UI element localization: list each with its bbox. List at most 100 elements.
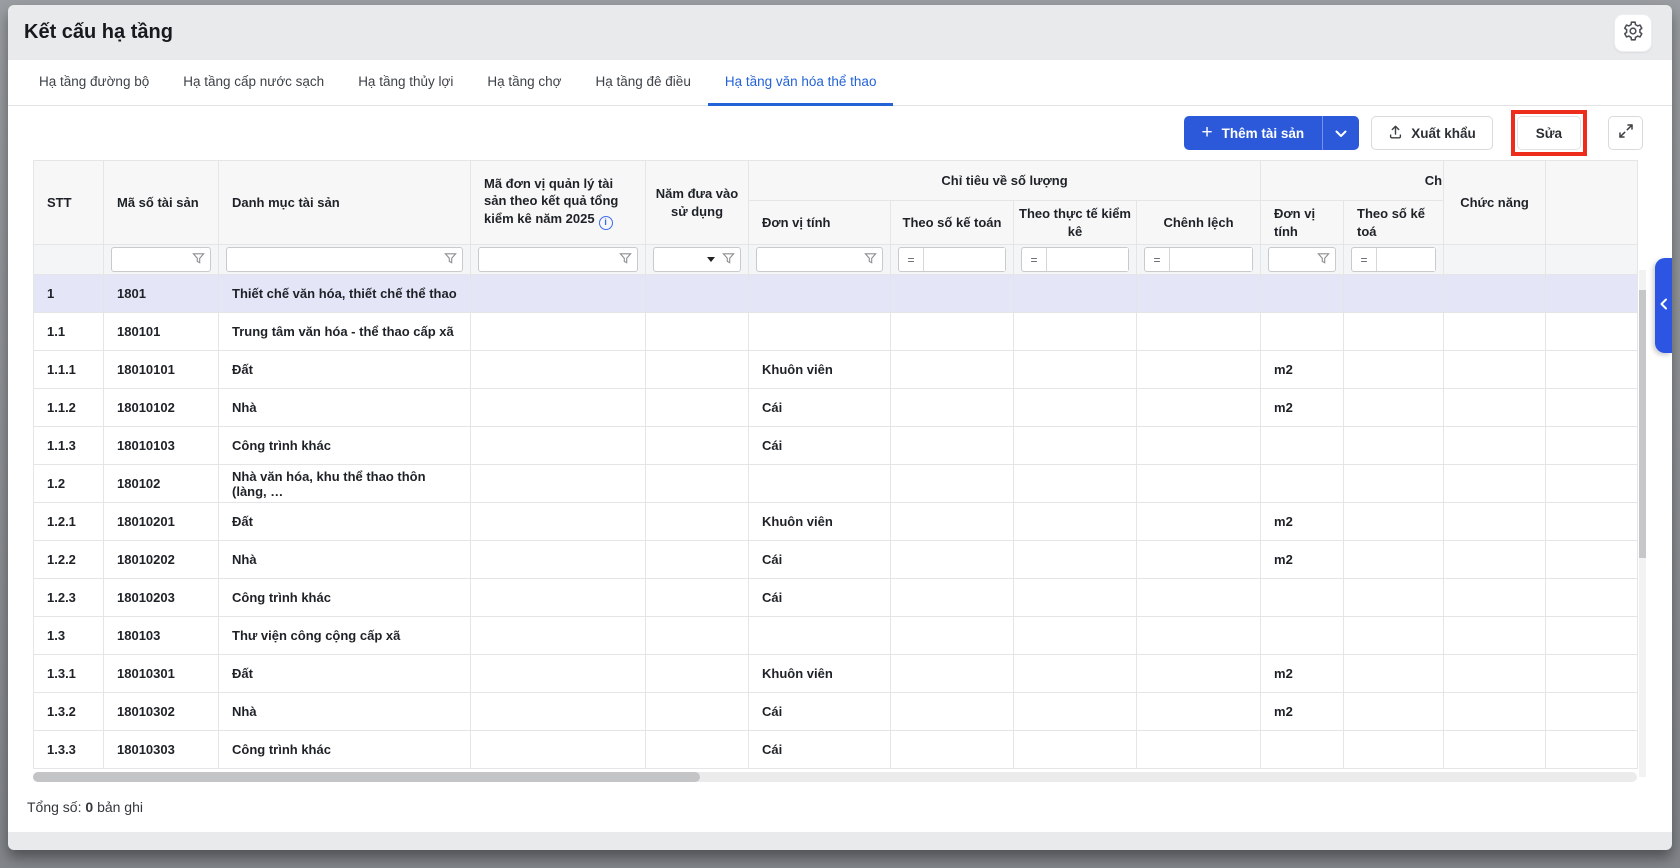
table-cell [471,731,646,769]
table-cell: Khuôn viên [749,503,891,541]
dropdown-caret-icon[interactable] [707,257,715,262]
table-row[interactable]: 1.1180101Trung tâm văn hóa - thể thao cấ… [34,313,1638,351]
table-cell [1444,465,1546,503]
col-header-theo-so-ke-toan-1[interactable]: Theo số kế toán [891,201,1014,245]
table-cell [1546,427,1638,465]
tab-ha-tang-cho[interactable]: Hạ tầng chợ [470,60,578,106]
col-header-ma-so-tai-san[interactable]: Mã số tài sản [104,161,219,245]
table-cell [1344,579,1444,617]
edit-button-area: Sửa [1517,116,1581,150]
equals-operator[interactable]: = [1145,248,1170,271]
group-header-so-luong: Chỉ tiêu về số lượng [749,161,1261,201]
table-cell [1344,427,1444,465]
total-label: Tổng số: [27,799,81,815]
table-cell [1261,313,1344,351]
table-row[interactable]: 1.1.118010101ĐấtKhuôn viênm2 [34,351,1638,389]
filter-input-don-vi-1[interactable] [763,248,864,271]
filter-input-so-ke-toan-2[interactable] [1377,248,1435,271]
filter-input-thuc-te[interactable] [1047,248,1128,271]
col-header-danh-muc-tai-san[interactable]: Danh mục tài sản [219,161,471,245]
horizontal-scrollbar[interactable] [33,772,1637,782]
side-panel-toggle[interactable] [1655,258,1672,353]
filter-input-danh-muc[interactable] [233,248,444,271]
col-header-theo-thuc-te-kiem-ke[interactable]: Theo thực tế kiểm kê [1014,201,1137,245]
table-row[interactable]: 1.3180103Thư viện công cộng cấp xã [34,617,1638,655]
add-asset-split-button: + Thêm tài sản [1184,116,1360,150]
add-asset-button[interactable]: + Thêm tài sản [1184,125,1323,142]
filter-input-chenh-lech[interactable] [1170,248,1252,271]
filter-funnel-icon[interactable] [192,252,205,268]
filter-funnel-icon[interactable] [1317,252,1330,268]
table-cell [471,427,646,465]
title-bar: Kết cấu hạ tầng [8,5,1672,60]
table-row[interactable]: 1.2.118010201ĐấtKhuôn viênm2 [34,503,1638,541]
export-icon [1388,124,1403,143]
edit-button[interactable]: Sửa [1517,116,1581,150]
table-cell [471,313,646,351]
col-header-don-vi-tinh-1[interactable]: Đơn vị tính [749,201,891,245]
fullscreen-button[interactable] [1608,116,1643,150]
equals-operator[interactable]: = [899,248,924,271]
filter-cell-so-ke-toan-2: = [1344,245,1444,275]
filter-input-ma-don-vi[interactable] [485,248,619,271]
table-cell: Nhà [219,693,471,731]
filter-funnel-icon[interactable] [722,252,735,268]
equals-operator[interactable]: = [1352,248,1377,271]
table-row[interactable]: 1.3.118010301ĐấtKhuôn viênm2 [34,655,1638,693]
filter-input-so-ke-toan-1[interactable] [924,248,1005,271]
table-cell [1137,351,1261,389]
filter-select-nam[interactable] [660,248,707,271]
table-row[interactable]: 1.2.218010202NhàCáim2 [34,541,1638,579]
table-row[interactable]: 1.2180102Nhà văn hóa, khu thể thao thôn … [34,465,1638,503]
vertical-scrollbar[interactable] [1639,270,1646,777]
table-cell: 1.3.2 [34,693,104,731]
col-header-stt[interactable]: STT [34,161,104,245]
table-cell [891,579,1014,617]
horizontal-scrollbar-thumb[interactable] [33,772,700,782]
table-cell [1261,731,1344,769]
table-row[interactable]: 1.1.218010102NhàCáim2 [34,389,1638,427]
table-row[interactable]: 1.2.318010203Công trình khácCái [34,579,1638,617]
equals-operator[interactable]: = [1022,248,1047,271]
col-header-chuc-nang[interactable]: Chức năng [1444,161,1546,245]
vertical-scrollbar-thumb[interactable] [1639,290,1646,558]
table-row[interactable]: 1.1.318010103Công trình khácCái [34,427,1638,465]
add-asset-dropdown-button[interactable] [1322,116,1359,150]
tab-ha-tang-duong-bo[interactable]: Hạ tầng đường bộ [22,60,166,106]
table-cell [471,503,646,541]
table-cell: 1.2.3 [34,579,104,617]
export-button[interactable]: Xuất khẩu [1371,116,1493,150]
filter-cell-ma-so [104,245,219,275]
tab-ha-tang-de-dieu[interactable]: Hạ tầng đê điều [579,60,708,106]
col-header-theo-so-ke-toan-2[interactable]: Theo số kế toá [1344,201,1444,245]
table-cell [1344,693,1444,731]
table-cell [1137,541,1261,579]
col-header-don-vi-tinh-2[interactable]: Đơn vị tính [1261,201,1344,245]
table-row[interactable]: 1.3.318010303Công trình khácCái [34,731,1638,769]
settings-button[interactable] [1614,14,1652,52]
col-header-ma-don-vi[interactable]: Mã đơn vị quản lý tài sản theo kết quả t… [471,161,646,245]
col-header-chenh-lech[interactable]: Chênh lệch [1137,201,1261,245]
table-cell: 1.3.1 [34,655,104,693]
filter-funnel-icon[interactable] [444,252,457,268]
tab-ha-tang-van-hoa-the-thao[interactable]: Hạ tầng văn hóa thể thao [708,60,894,106]
tab-ha-tang-thuy-loi[interactable]: Hạ tầng thủy lợi [341,60,470,106]
page-title: Kết cấu hạ tầng [24,21,173,44]
table-cell: 1.3 [34,617,104,655]
filter-funnel-icon[interactable] [864,252,877,268]
chevron-down-icon [1335,126,1347,141]
table-cell: Đất [219,351,471,389]
table-row[interactable]: 11801Thiết chế văn hóa, thiết chế thể th… [34,275,1638,313]
tab-ha-tang-cap-nuoc-sach[interactable]: Hạ tầng cấp nước sạch [166,60,341,106]
col-header-nam-dua-vao[interactable]: Năm đưa vào sử dụng [646,161,749,245]
table-cell [646,427,749,465]
content-card: Hạ tầng đường bộ Hạ tầng cấp nước sạch H… [8,60,1672,832]
table-cell [471,579,646,617]
filter-cell-so-ke-toan-1: = [891,245,1014,275]
info-icon[interactable]: i [599,216,613,230]
table-cell [891,731,1014,769]
filter-input-ma-so[interactable] [118,248,192,271]
filter-funnel-icon[interactable] [619,252,632,268]
filter-input-don-vi-2[interactable] [1275,248,1317,271]
table-row[interactable]: 1.3.218010302NhàCáim2 [34,693,1638,731]
